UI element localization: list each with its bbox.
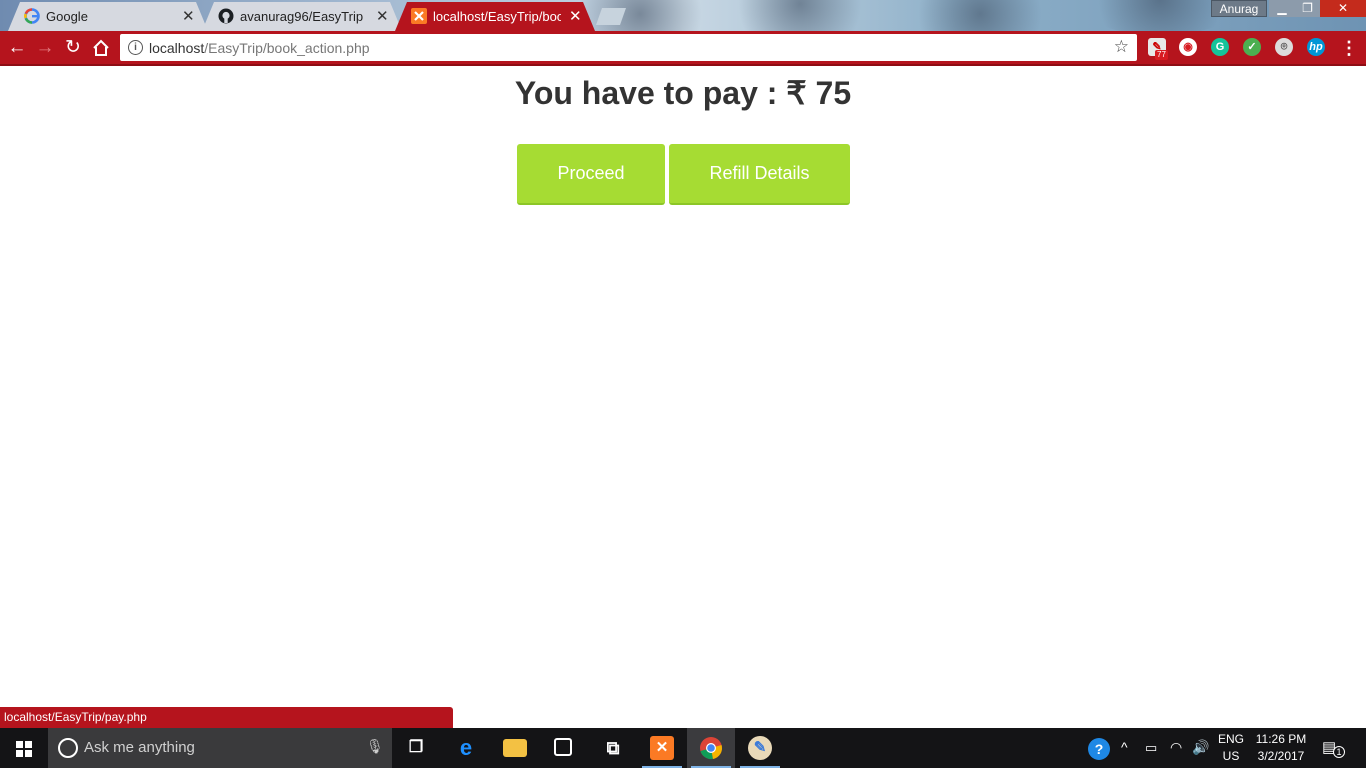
proceed-button[interactable]: Proceed: [517, 144, 665, 205]
adblock-extension-icon[interactable]: ◉: [1179, 38, 1197, 56]
cortana-icon: [58, 738, 78, 758]
dropbox-icon: ⧉: [606, 738, 620, 758]
xampp-icon: ✕: [650, 736, 674, 760]
tab-title: Google: [46, 9, 88, 24]
action-center-icon[interactable]: ▤ 1: [1322, 738, 1345, 758]
restore-icon[interactable]: ❐: [1295, 0, 1320, 17]
taskbar-store[interactable]: [540, 728, 588, 768]
address-bar[interactable]: i localhost/EasyTrip/book_action.php ☆: [120, 34, 1137, 61]
tab-title: avanurag96/EasyTrip: [240, 9, 364, 24]
start-button[interactable]: [0, 728, 48, 768]
google-icon: [24, 8, 40, 24]
page-content: You have to pay : ₹ 75 Proceed Refill De…: [0, 66, 1366, 728]
paint-palette-icon: ✎: [748, 736, 772, 760]
taskbar-edge[interactable]: e: [442, 728, 490, 768]
tab-github[interactable]: avanurag96/EasyTrip ✕: [202, 2, 402, 31]
keyboard-layout: US: [1222, 749, 1240, 763]
shield-extension-icon[interactable]: ✓: [1243, 38, 1261, 56]
taskbar-paint[interactable]: ✎: [736, 728, 784, 768]
xampp-icon: [411, 8, 427, 24]
taskbar-file-explorer[interactable]: [491, 728, 539, 768]
refill-details-button[interactable]: Refill Details: [669, 144, 850, 205]
taskbar-xampp[interactable]: ✕: [638, 728, 686, 768]
home-icon[interactable]: [89, 36, 113, 60]
taskbar-dropbox[interactable]: ⧉: [589, 728, 637, 768]
info-icon[interactable]: i: [128, 40, 143, 55]
wifi-icon[interactable]: ◠: [1170, 739, 1182, 779]
clock-date: 3/2/2017: [1257, 749, 1305, 763]
notification-count: 1: [1333, 746, 1345, 758]
hp-extension-icon[interactable]: hp: [1307, 38, 1325, 56]
address-url: localhost/EasyTrip/book_action.php: [149, 40, 370, 56]
grammarly-extension-icon[interactable]: G: [1211, 38, 1229, 56]
forward-arrow-icon[interactable]: →: [33, 36, 57, 60]
clock-time: 11:26 PM: [1255, 732, 1307, 746]
close-icon[interactable]: ✕: [376, 7, 389, 25]
wallpaper-tree-shape: [900, 0, 1060, 31]
bookmark-star-icon[interactable]: ☆: [1114, 37, 1129, 57]
battery-icon[interactable]: ▭: [1145, 740, 1157, 780]
profile-button[interactable]: Anurag: [1211, 0, 1267, 17]
back-arrow-icon[interactable]: ←: [5, 36, 29, 60]
browser-toolbar: ← → ↻ i localhost/EasyTrip/book_action.p…: [0, 31, 1366, 66]
minimize-icon[interactable]: ▁: [1269, 0, 1295, 17]
tab-title: localhost/EasyTrip/book_: [433, 9, 561, 24]
title-bar: Google ✕ avanurag96/EasyTrip ✕ localhost…: [0, 0, 1366, 31]
language-code: ENG: [1217, 732, 1244, 746]
input-language[interactable]: ENG US: [1214, 731, 1248, 765]
menu-dots-icon[interactable]: ⋮: [1340, 36, 1358, 60]
search-placeholder: Ask me anything: [84, 739, 195, 756]
clock[interactable]: 11:26 PM 3/2/2017: [1248, 731, 1314, 765]
cortana-search-box[interactable]: Ask me anything 🎙: [48, 728, 392, 768]
close-icon[interactable]: ✕: [569, 7, 582, 25]
volume-icon[interactable]: 🔊: [1192, 739, 1209, 779]
edge-icon: e: [459, 735, 473, 760]
microphone-icon[interactable]: 🎙: [366, 738, 384, 755]
payment-amount-heading: You have to pay : ₹ 75: [514, 75, 852, 111]
chrome-icon: [700, 737, 722, 760]
windows-taskbar: Ask me anything 🎙 ❐ e ⧉ ✕ ✎ ? ^ ▭ ◠ 🔊 EN…: [0, 728, 1366, 768]
windows-logo-icon: [16, 741, 32, 757]
close-window-icon[interactable]: ✕: [1320, 0, 1366, 17]
task-view-button[interactable]: ❐: [392, 728, 440, 768]
folder-icon: [503, 739, 527, 757]
show-hidden-icons-chevron[interactable]: ^: [1121, 739, 1128, 779]
link-status-bubble: localhost/EasyTrip/pay.php: [0, 707, 453, 728]
github-icon: [218, 8, 234, 24]
close-icon[interactable]: ✕: [182, 7, 195, 25]
tab-localhost[interactable]: localhost/EasyTrip/book_ ✕: [395, 2, 595, 31]
help-icon[interactable]: ?: [1088, 738, 1110, 760]
wallpaper-tree-shape: [720, 0, 880, 31]
location-extension-icon[interactable]: ⌾: [1275, 38, 1293, 56]
tab-google[interactable]: Google ✕: [8, 2, 208, 31]
taskbar-chrome[interactable]: [687, 728, 735, 768]
reload-icon[interactable]: ↻: [61, 36, 85, 60]
task-view-icon: ❐: [408, 739, 424, 756]
extension-badge: 77: [1155, 50, 1168, 60]
store-bag-icon: [554, 738, 572, 756]
